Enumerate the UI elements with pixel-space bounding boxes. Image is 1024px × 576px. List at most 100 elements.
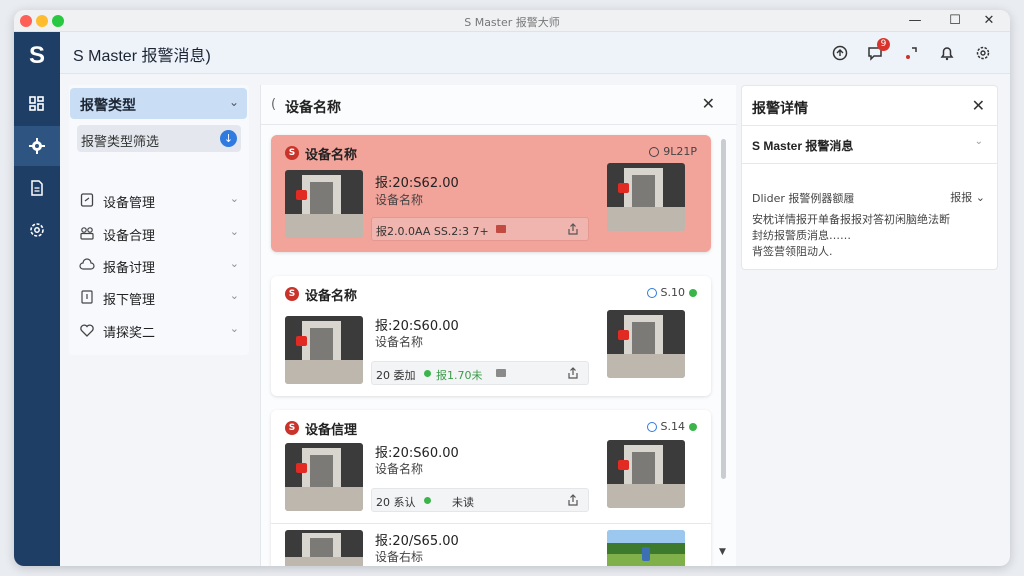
detail-title: 报警详情 — [752, 101, 808, 117]
filter-panel: 报警类型 ⌄ 报警类型筛选 ↓ 设备管理 ⌄ 设备合理 ⌄ 报备讨理 ⌄ 报下管… — [69, 85, 249, 355]
gear-icon — [976, 46, 990, 60]
sidebar-item-system[interactable] — [14, 210, 60, 250]
detail-filter-label: Dlider 报警例器额履 — [752, 192, 855, 205]
category-label: 设备管理 — [103, 196, 156, 211]
card-action-bar: 20 委加 报1.70未 — [371, 361, 589, 385]
list-title: 设备名称 — [285, 100, 341, 116]
status-text: S.14 — [660, 420, 685, 433]
card-status: S.14 — [646, 420, 697, 433]
category-label: 请探奖二 — [103, 326, 156, 341]
messages-button[interactable]: 9 — [865, 38, 890, 63]
cog-icon — [30, 223, 44, 237]
sort-dropdown[interactable]: 报报 ⌄ — [950, 189, 985, 205]
camera-snapshot[interactable] — [607, 530, 685, 566]
sidebar-item-settings[interactable] — [14, 126, 60, 166]
sidebar-item-dashboard[interactable] — [14, 84, 60, 124]
category-label: 设备合理 — [103, 229, 156, 244]
refresh-button[interactable] — [830, 43, 850, 63]
alarm-device: 设备名称 — [375, 462, 424, 476]
top-header: S Master 报警消息) 9 — [60, 32, 1010, 74]
detail-header: 报警详情 ✕ — [742, 86, 997, 126]
share-icon[interactable] — [566, 366, 580, 380]
detail-message-row[interactable]: S Master 报警消息 ⌄ — [742, 126, 997, 164]
category-item[interactable]: 设备合理 ⌄ — [79, 222, 239, 244]
list-header: ( 设备名称 ✕ — [261, 85, 737, 125]
bar-info-text: 报2.0.0AA SS.2:3 7+ — [376, 225, 489, 238]
maximize-button[interactable]: ☐ — [942, 12, 968, 30]
status-ring-icon — [646, 287, 657, 298]
app-window: S Master 报警大师 — ☐ ✕ S S Master 报警消息) 9 报… — [14, 10, 1010, 566]
status-dot-icon — [424, 497, 431, 504]
category-item[interactable]: 设备管理 ⌄ — [79, 189, 239, 211]
alarm-card[interactable]: S 设备信理 S.14 报:20:S60.00 设备名称 20 系认 未读 报:… — [271, 410, 711, 566]
share-icon[interactable] — [566, 222, 580, 236]
grid-icon — [29, 96, 44, 111]
header-settings-button[interactable] — [973, 43, 993, 63]
bar-info-text: 20 系认 — [376, 496, 416, 509]
alerts-button[interactable] — [937, 43, 957, 63]
heart-icon — [80, 324, 94, 337]
chevron-down-icon: ⌄ — [975, 191, 985, 204]
camera-snapshot[interactable] — [285, 443, 363, 511]
alarm-time: 报:20:S62.00 — [375, 176, 459, 191]
status-ring-icon — [646, 421, 657, 432]
camera-snapshot[interactable] — [607, 163, 685, 231]
alert-icon: S — [285, 421, 299, 435]
sort-label: 报报 — [950, 191, 973, 204]
category-item[interactable]: 报下管理 ⌄ — [79, 286, 239, 308]
filter-title: 报警类型 — [80, 98, 136, 114]
close-icon[interactable]: ✕ — [972, 96, 985, 115]
camera-icon[interactable] — [496, 225, 506, 233]
card-action-bar: 20 系认 未读 — [371, 488, 589, 512]
chevron-down-icon: ⌄ — [229, 192, 239, 205]
detail-panel: 报警详情 ✕ S Master 报警消息 ⌄ Dlider 报警例器额履 报报 … — [741, 85, 998, 270]
card-status: 9L21P — [649, 145, 697, 158]
scroll-down-icon[interactable]: ▼ — [719, 547, 726, 557]
document-icon — [31, 180, 43, 196]
alarm-list-panel: ( 设备名称 ✕ S 设备名称 9L21P 报:20:S62.00 设备名称 报… — [260, 85, 737, 566]
camera-snapshot[interactable] — [285, 170, 363, 238]
alarm-card[interactable]: S 设备名称 S.10 报:20:S60.00 设备名称 20 委加 报1.70… — [271, 276, 711, 396]
category-item[interactable]: 报备讨理 ⌄ — [79, 254, 239, 276]
category-item[interactable]: 请探奖二 ⌄ — [79, 319, 239, 341]
status-text: 9L21P — [663, 145, 697, 158]
camera-snapshot[interactable] — [285, 316, 363, 384]
list-scrollbar[interactable] — [721, 139, 726, 479]
signal-icon — [906, 47, 917, 59]
close-icon[interactable]: ✕ — [702, 94, 715, 113]
status-text: S.10 — [660, 286, 685, 299]
download-icon[interactable]: ↓ — [220, 130, 237, 147]
minimize-button[interactable]: — — [902, 12, 928, 30]
notification-badge: 9 — [877, 38, 890, 51]
close-button[interactable]: ✕ — [976, 12, 1002, 30]
title-bar: S Master 报警大师 — ☐ ✕ — [14, 10, 1010, 32]
category-label: 报下管理 — [103, 293, 156, 308]
alarm-device: 设备名称 — [375, 193, 424, 207]
status-dot-icon — [424, 370, 431, 377]
back-button[interactable]: ( — [271, 97, 276, 112]
share-icon[interactable] — [566, 493, 580, 507]
window-title: S Master 报警大师 — [464, 16, 560, 29]
camera-snapshot[interactable] — [607, 440, 685, 508]
chevron-down-icon: ⌄ — [229, 257, 239, 270]
chevron-down-icon: ⌄ — [229, 225, 239, 238]
online-dot-icon — [689, 422, 697, 431]
alarm-device: 设备右标 — [375, 550, 424, 564]
sidebar-item-documents[interactable] — [14, 168, 60, 208]
detail-text-line: 背签营领阻动人. — [752, 245, 833, 258]
gear-icon — [29, 138, 45, 154]
camera-snapshot[interactable] — [285, 530, 363, 566]
chevron-down-icon: ⌄ — [974, 136, 983, 147]
camera-snapshot[interactable] — [607, 310, 685, 378]
alarm-type-filter[interactable]: 报警类型筛选 ↓ — [77, 125, 241, 152]
card-device-name: 设备名称 — [305, 289, 358, 304]
alarm-card[interactable]: S 设备名称 9L21P 报:20:S62.00 设备名称 报2.0.0AA S… — [271, 135, 711, 252]
status-ring-icon — [649, 146, 660, 157]
alert-icon: S — [285, 146, 299, 160]
page-title: S Master 报警消息) — [73, 48, 211, 65]
app-logo: S — [28, 42, 45, 69]
alarm-type-dropdown[interactable]: 报警类型 ⌄ — [70, 88, 247, 119]
signal-button[interactable] — [902, 43, 922, 63]
online-dot-icon — [689, 288, 697, 297]
camera-icon[interactable] — [496, 369, 506, 377]
